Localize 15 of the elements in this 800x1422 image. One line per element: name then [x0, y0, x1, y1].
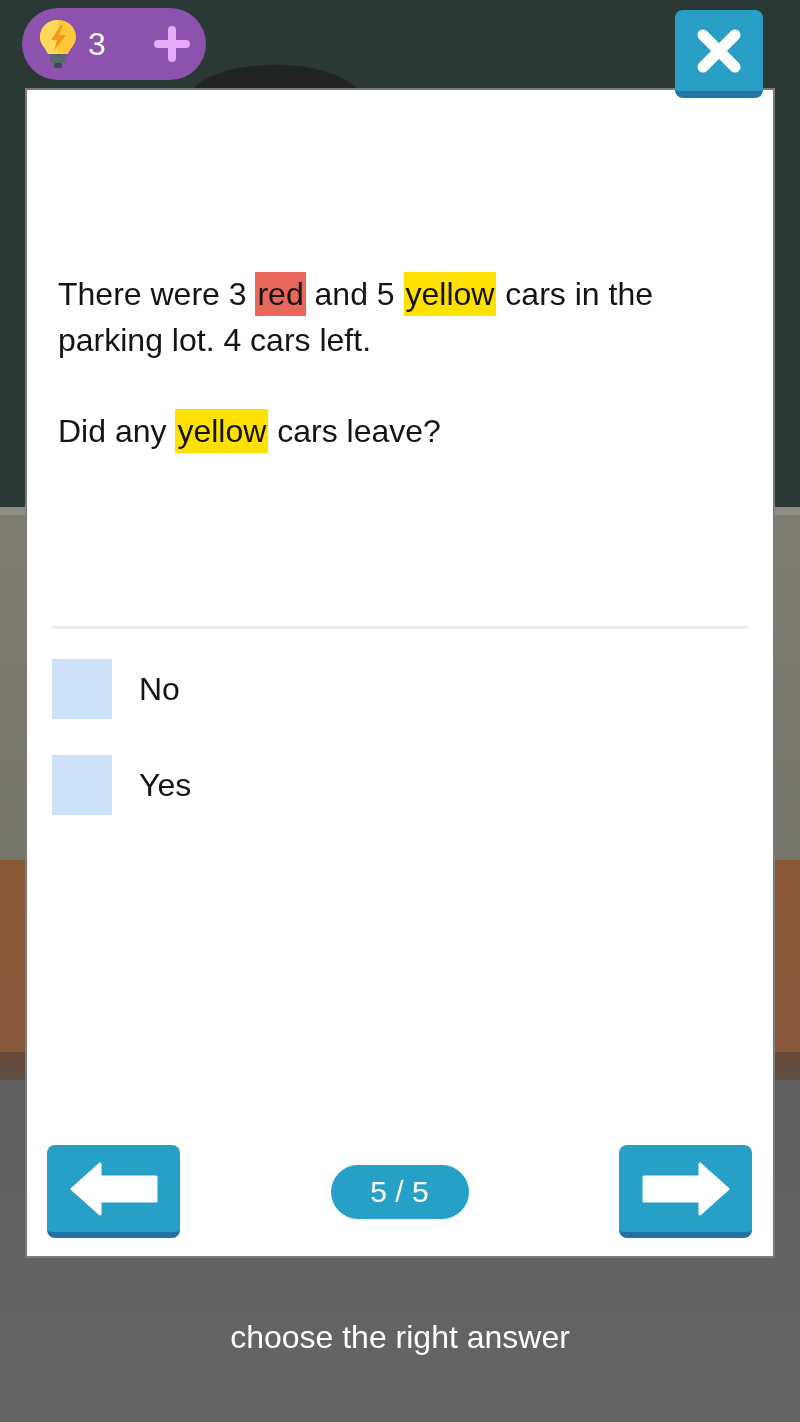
arrow-left-icon	[69, 1161, 158, 1216]
arrow-right-icon	[641, 1161, 730, 1216]
answer-option[interactable]: No	[52, 659, 180, 719]
close-button[interactable]	[675, 10, 763, 98]
hint-count: 3	[88, 26, 106, 62]
previous-button[interactable]	[47, 1145, 180, 1238]
question-text: There were 3 red and 5 yellow cars in the parking lot. 4 cars left.	[58, 271, 747, 363]
next-button[interactable]	[619, 1145, 752, 1238]
instruction-text: choose the right answer	[230, 1318, 570, 1357]
lightbulb-icon	[38, 19, 78, 69]
close-icon	[697, 28, 741, 73]
page-counter: 5 / 5	[330, 1164, 469, 1219]
plus-icon[interactable]	[154, 26, 190, 62]
question-text: Did any yellow cars leave?	[58, 408, 747, 454]
answer-option[interactable]: Yes	[52, 755, 192, 815]
